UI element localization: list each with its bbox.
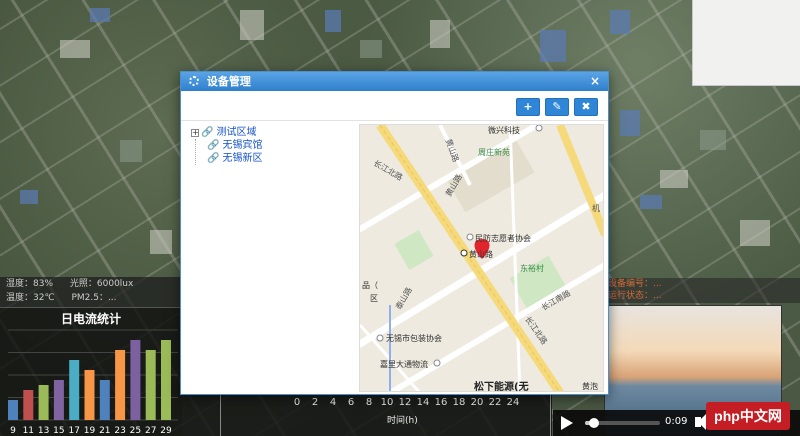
map-label-marker-road: 黄山路 bbox=[469, 250, 493, 259]
map-label-area: 周庄新苑 bbox=[478, 148, 510, 157]
light-stat: 光照：6000lux bbox=[69, 279, 134, 289]
map-label-poi: 微兴科技 bbox=[488, 126, 520, 135]
tree-node-root[interactable]: + 🔗 测试区域 bbox=[191, 126, 341, 139]
temperature-stat: 温度：32℃ bbox=[6, 293, 55, 303]
link-icon: 🔗 bbox=[207, 153, 220, 164]
map-label-misc: 区 bbox=[370, 294, 378, 303]
map-label-logistics: 嘉里大通物流 bbox=[380, 360, 428, 369]
divider bbox=[220, 395, 221, 436]
chart-bar bbox=[145, 350, 156, 420]
map-park bbox=[394, 230, 434, 270]
map-label-village: 东裕村 bbox=[520, 264, 544, 273]
chart-bar bbox=[23, 390, 34, 420]
link-icon: 🔗 bbox=[201, 127, 214, 138]
time-tick: 12 bbox=[398, 397, 412, 408]
volume-icon[interactable] bbox=[695, 414, 706, 430]
chart-tick-label: 17 bbox=[68, 426, 79, 436]
info-line-2: 运行状态：... bbox=[608, 291, 662, 301]
map-label-road: 机 bbox=[592, 204, 600, 213]
time-tick: 18 bbox=[452, 397, 466, 408]
tree-node-label: 无锡宾馆 bbox=[222, 140, 263, 151]
device-info-strip: 设备编号：... 运行状态：... bbox=[604, 278, 800, 303]
time-tick: 20 bbox=[470, 397, 484, 408]
time-tick: 8 bbox=[365, 397, 373, 408]
delete-button[interactable]: ✖ bbox=[574, 98, 598, 116]
top-right-panel bbox=[692, 0, 800, 86]
map-poi-dot bbox=[535, 125, 543, 132]
edit-button[interactable]: ✎ bbox=[545, 98, 569, 116]
dialog-toolbar: + ✎ ✖ bbox=[516, 98, 598, 116]
map-poi-dot bbox=[433, 359, 441, 367]
stats-row-1: 湿度：83% 光照：6000lux bbox=[0, 277, 182, 291]
daily-current-chart-panel: 日电流统计 9 11 13 15 17 19 21 23 25 27 29 bbox=[0, 307, 182, 436]
time-tick: 24 bbox=[506, 397, 520, 408]
humidity-stat: 湿度：83% bbox=[6, 279, 54, 289]
map-poi-dot bbox=[376, 334, 384, 342]
tree-node-label: 无锡新区 bbox=[222, 153, 263, 164]
chart-tick-label: 15 bbox=[53, 426, 64, 436]
chart-bar bbox=[8, 400, 18, 420]
street-map[interactable]: 微兴科技 周庄新苑 民防志愿者协会 黄山路 东裕村 无锡市包装协会 嘉里大通物流… bbox=[359, 124, 604, 392]
expand-icon[interactable]: + bbox=[191, 129, 199, 137]
time-tick: 4 bbox=[329, 397, 337, 408]
chart-bar bbox=[115, 350, 126, 420]
php-watermark-logo: php中文网 bbox=[706, 402, 790, 430]
dialog-header: 设备管理 × bbox=[181, 72, 608, 91]
map-label-assoc: 民防志愿者协会 bbox=[475, 234, 531, 243]
play-icon[interactable] bbox=[561, 416, 573, 430]
chart-bar bbox=[161, 340, 171, 420]
tree-node-label: 测试区域 bbox=[216, 127, 257, 138]
map-poi-dot bbox=[460, 249, 468, 257]
time-tick: 22 bbox=[488, 397, 502, 408]
chart-bar bbox=[99, 380, 110, 420]
map-label-energy: 松下能源(无 bbox=[474, 382, 529, 392]
divider bbox=[550, 395, 551, 436]
chart-tick-label: 19 bbox=[84, 426, 96, 436]
daily-current-chart: 9 11 13 15 17 19 21 23 25 27 29 bbox=[8, 329, 178, 436]
gear-icon bbox=[189, 76, 199, 86]
chart-bar bbox=[84, 370, 95, 420]
time-axis-label: 时间(h) bbox=[387, 416, 418, 426]
toolbar-divider bbox=[181, 120, 608, 121]
map-poi-dot bbox=[466, 233, 474, 241]
chart-bar bbox=[130, 340, 141, 420]
chart-tick-label: 27 bbox=[145, 426, 156, 436]
map-road bbox=[388, 262, 603, 391]
video-time: 0:09 bbox=[665, 416, 688, 427]
chart-tick-label: 23 bbox=[114, 426, 125, 436]
tree-node-child[interactable]: 🔗 无锡新区 bbox=[207, 152, 341, 165]
area-tree: + 🔗 测试区域 🔗 无锡宾馆 🔗 无锡新区 bbox=[191, 126, 341, 165]
map-label-misc: 黄泡 bbox=[582, 382, 598, 391]
map-label-pack-assoc: 无锡市包装协会 bbox=[386, 334, 442, 343]
close-icon[interactable]: × bbox=[590, 72, 600, 91]
chart-tick-label: 13 bbox=[38, 426, 49, 436]
time-tick: 10 bbox=[380, 397, 394, 408]
chart-tick-label: 11 bbox=[23, 426, 34, 436]
chart-bar bbox=[69, 360, 80, 420]
time-tick: 16 bbox=[434, 397, 448, 408]
chart-bar bbox=[38, 385, 49, 420]
time-tick: 0 bbox=[293, 397, 301, 408]
stats-row-2: 温度：32℃ PM2.5：... bbox=[0, 291, 182, 305]
link-icon: 🔗 bbox=[207, 140, 220, 151]
time-tick: 6 bbox=[347, 397, 355, 408]
add-button[interactable]: + bbox=[516, 98, 540, 116]
device-management-dialog: 设备管理 × + ✎ ✖ + 🔗 测试区域 🔗 无锡宾馆 🔗 无锡新区 微兴科技… bbox=[180, 71, 609, 395]
chart-tick-label: 25 bbox=[130, 426, 141, 436]
dialog-title: 设备管理 bbox=[206, 75, 251, 88]
chart-tick-label: 9 bbox=[10, 426, 16, 436]
time-tick: 2 bbox=[311, 397, 319, 408]
map-label-misc: 品（ bbox=[362, 281, 378, 290]
chart-tick-label: 29 bbox=[160, 426, 172, 436]
sensor-stats-strip: 湿度：83% 光照：6000lux 温度：32℃ PM2.5：... bbox=[0, 277, 182, 307]
chart-tick-label: 21 bbox=[99, 426, 110, 436]
progress-knob[interactable] bbox=[589, 418, 599, 428]
video-progress-bar[interactable] bbox=[585, 418, 660, 428]
pm-stat: PM2.5：... bbox=[71, 293, 117, 303]
tree-node-child[interactable]: 🔗 无锡宾馆 bbox=[207, 139, 341, 152]
info-line-1: 设备编号：... bbox=[608, 279, 662, 289]
time-tick: 14 bbox=[416, 397, 430, 408]
time-axis-panel: 0 2 4 6 8 10 12 14 16 18 20 22 24 时间(h) bbox=[182, 395, 552, 436]
chart-bar bbox=[53, 380, 64, 420]
